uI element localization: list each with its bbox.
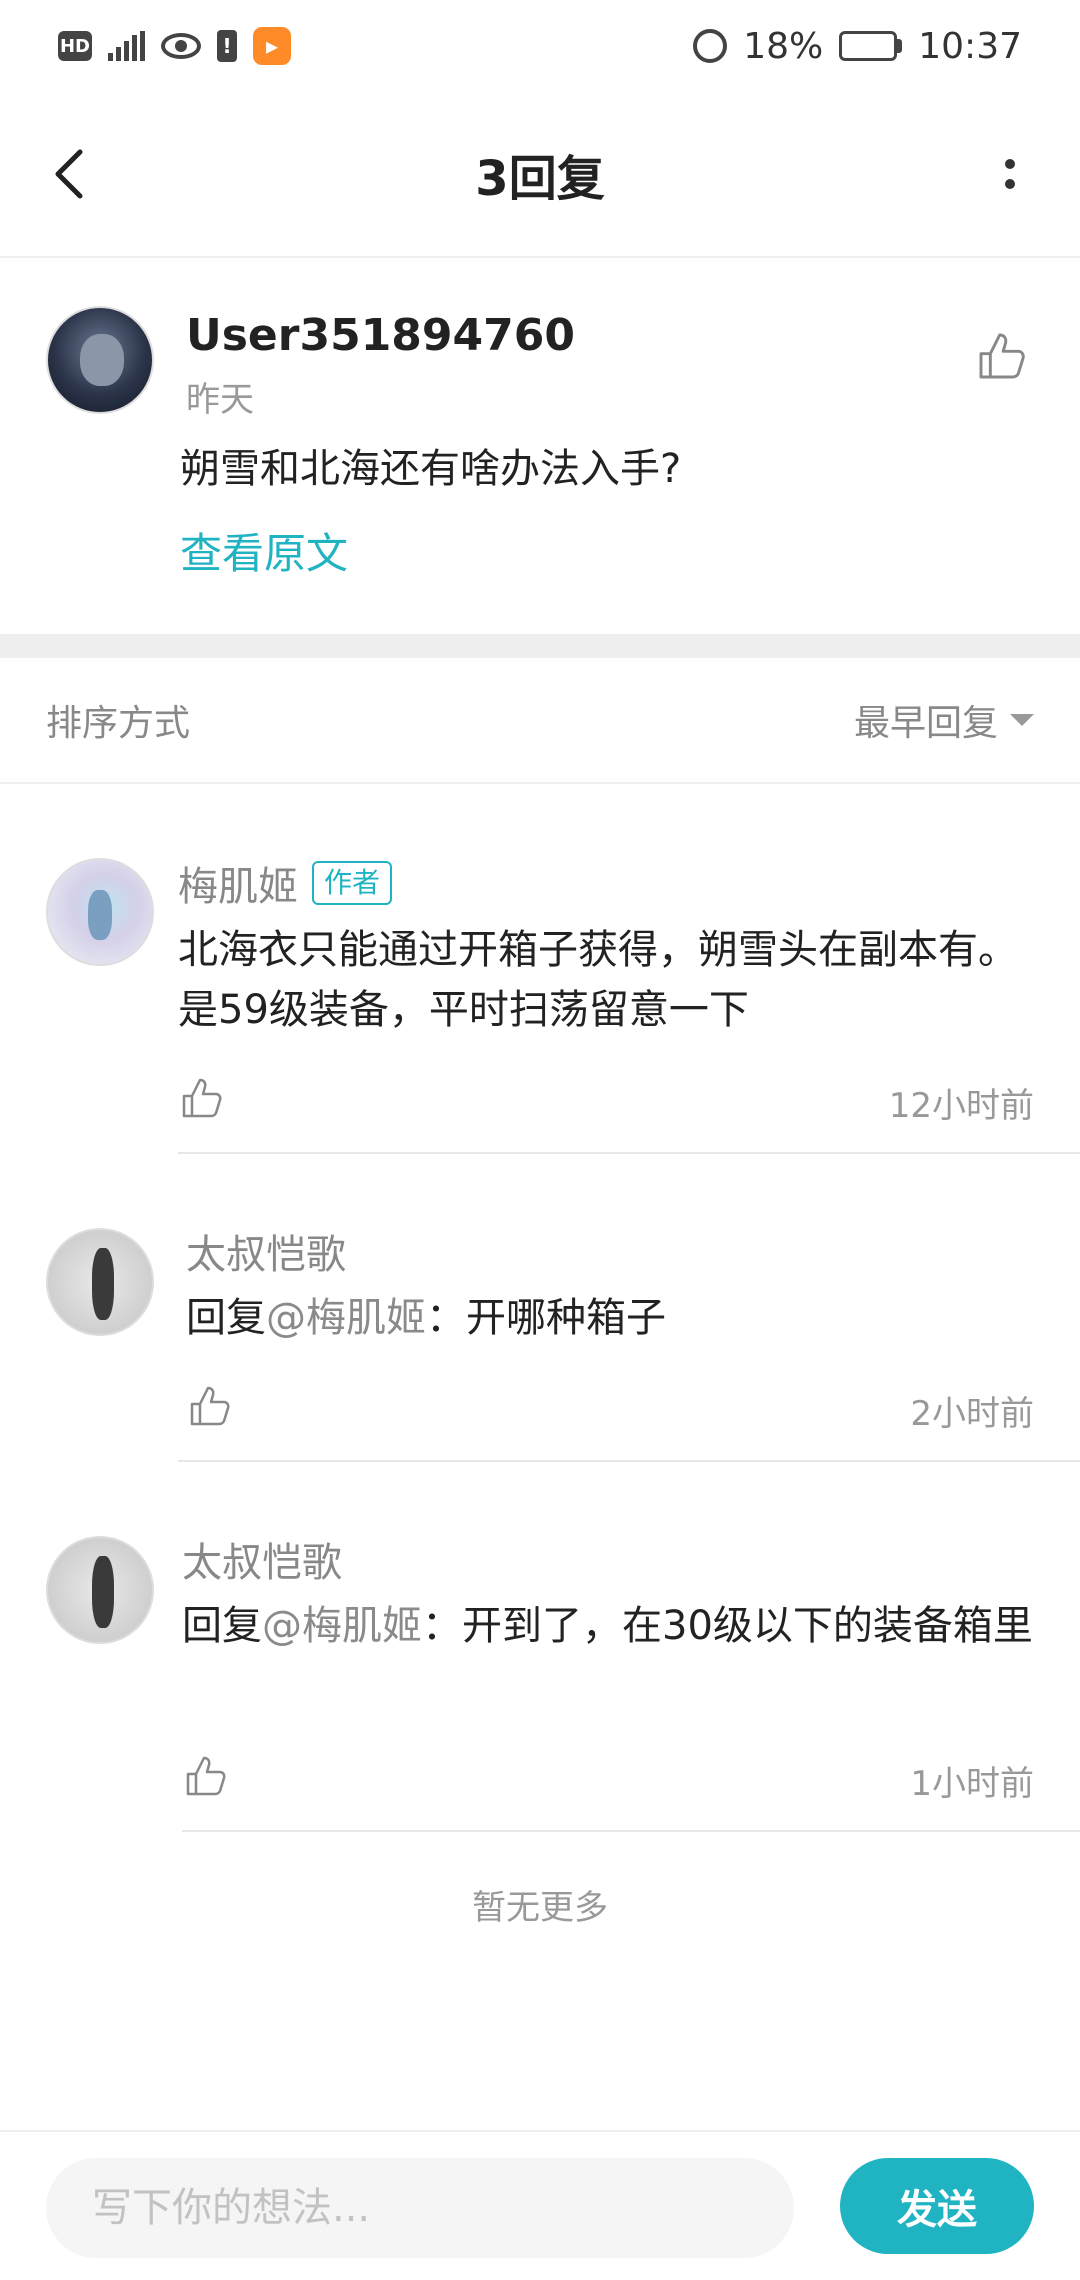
no-more-text: 暂无更多 (472, 1888, 608, 1928)
thumbs-up-icon[interactable] (186, 1382, 234, 1430)
reply-item: 太叔恺歌 回复@梅肌姬：开哪种箱子 2小时前 (0, 1154, 1080, 1462)
reply-divider (182, 1830, 1080, 1832)
sort-row: 排序方式 最早回复 (0, 658, 1080, 784)
sort-label: 排序方式 (46, 703, 191, 744)
hd-icon: HD (58, 31, 92, 61)
reply-username-row: 太叔恺歌 (186, 1222, 346, 1280)
status-left: HD ! ▸ (58, 27, 291, 65)
post-time: 昨天 (186, 380, 254, 420)
reply-text: 北海衣只能通过开箱子获得，朔雪头在副本有。是59级装备，平时扫荡留意一下 (178, 927, 1018, 1033)
title-bar: 3回复 (0, 92, 1080, 258)
reply-item: 太叔恺歌 回复@梅肌姬：开到了，在30级以下的装备箱里 1小时前 (0, 1462, 1080, 1832)
warning-icon: ! (217, 30, 237, 62)
clock: 10:37 (918, 25, 1022, 67)
mention-link[interactable]: @梅肌姬 (262, 1603, 422, 1649)
view-original-link[interactable]: 查看原文 (180, 520, 348, 581)
reply-prefix: 回复 (186, 1295, 266, 1341)
signal-icon (108, 31, 145, 61)
reply-body: ：开到了，在30级以下的装备箱里 (422, 1603, 1033, 1649)
battery-percent: 18% (743, 25, 824, 67)
post-text: 朔雪和北海还有啥办法入手? (180, 446, 682, 492)
more-dot (1005, 179, 1015, 189)
reply-time: 1小时前 (910, 1764, 1034, 1804)
comment-bar: 发送 (0, 2130, 1080, 2280)
reply-username[interactable]: 梅肌姬 (178, 854, 298, 912)
reply-text: 回复@梅肌姬：开到了，在30级以下的装备箱里 (182, 1596, 1042, 1656)
reply-username[interactable]: 太叔恺歌 (182, 1530, 342, 1588)
reply-body: ：开哪种箱子 (426, 1295, 666, 1341)
reply-text: 回复@梅肌姬：开哪种箱子 (186, 1288, 1046, 1348)
alarm-icon (693, 29, 728, 63)
more-dot (1005, 159, 1015, 169)
app-icon: ▸ (253, 27, 291, 65)
section-divider (0, 634, 1080, 658)
battery-icon (839, 31, 903, 61)
avatar[interactable] (46, 858, 154, 966)
avatar[interactable] (46, 1228, 154, 1336)
more-menu-button[interactable] (980, 144, 1040, 204)
reply-username-row: 太叔恺歌 (182, 1530, 342, 1588)
reply-prefix: 回复 (182, 1603, 262, 1649)
sort-value: 最早回复 (853, 703, 998, 744)
original-post: User351894760 昨天 朔雪和北海还有啥办法入手? 查看原文 (0, 260, 1080, 634)
status-bar: HD ! ▸ 18% 10:37 (0, 0, 1080, 92)
author-badge: 作者 (312, 861, 393, 905)
sort-dropdown[interactable]: 最早回复 (854, 694, 1034, 746)
mention-link[interactable]: @梅肌姬 (266, 1295, 426, 1341)
post-username[interactable]: User351894760 (186, 310, 575, 361)
back-button[interactable] (40, 144, 100, 204)
reply-username[interactable]: 太叔恺歌 (186, 1222, 346, 1280)
thumbs-up-icon[interactable] (974, 328, 1030, 384)
avatar[interactable] (46, 1536, 154, 1644)
send-button[interactable]: 发送 (840, 2158, 1034, 2254)
reply-item: 梅肌姬 作者 北海衣只能通过开箱子获得，朔雪头在副本有。是59级装备，平时扫荡留… (0, 784, 1080, 1154)
status-right: 18% 10:37 (693, 26, 1022, 67)
page-title: 3回复 (475, 151, 605, 207)
reply-username-row: 梅肌姬 作者 (178, 854, 393, 912)
reply-time: 12小时前 (888, 1086, 1034, 1126)
caret-down-icon (1010, 714, 1034, 726)
reply-time: 2小时前 (910, 1394, 1034, 1434)
avatar[interactable] (46, 306, 154, 414)
comment-input[interactable] (46, 2158, 794, 2258)
thumbs-up-icon[interactable] (182, 1752, 230, 1800)
back-arrow-icon (55, 149, 83, 199)
eye-icon (161, 33, 201, 59)
thumbs-up-icon[interactable] (178, 1074, 226, 1122)
